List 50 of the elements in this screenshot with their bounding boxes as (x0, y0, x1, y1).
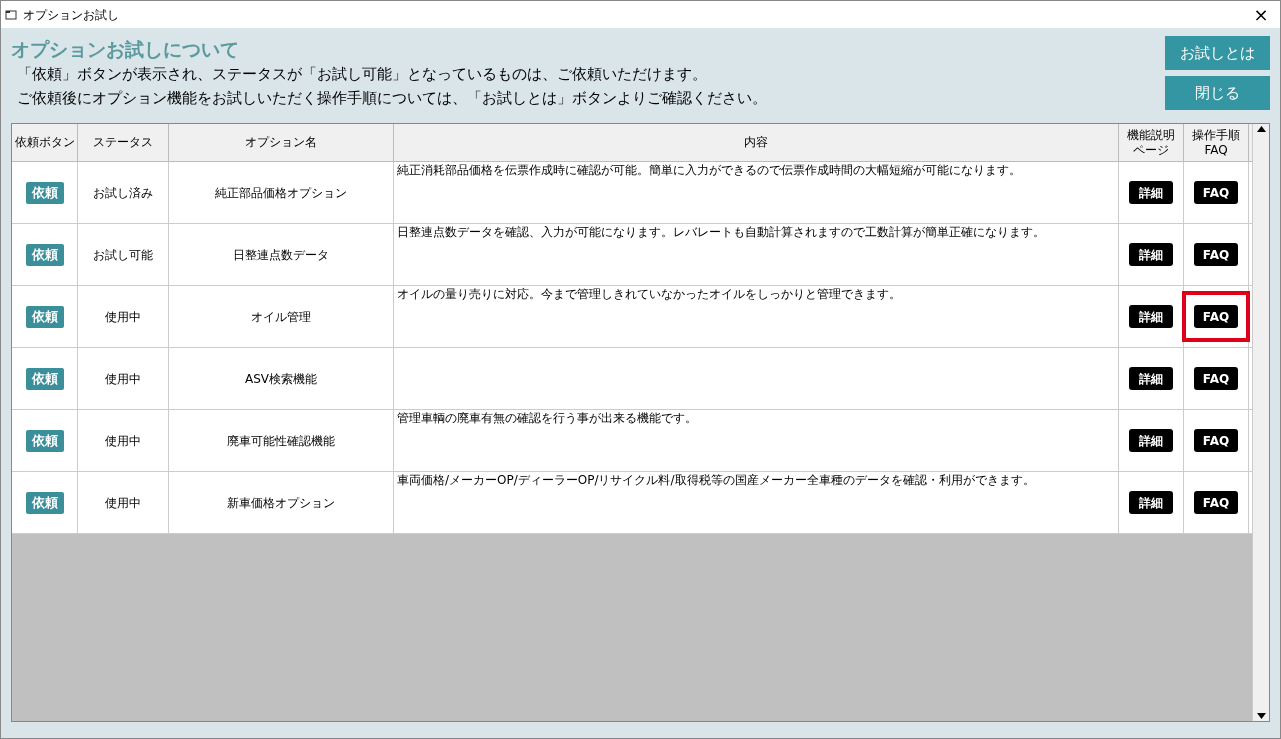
detail-button[interactable]: 詳細 (1129, 367, 1173, 390)
column-header: ステータス (93, 135, 153, 150)
detail-button[interactable]: 詳細 (1129, 181, 1173, 204)
faq-button[interactable]: FAQ (1194, 305, 1238, 328)
info-text: 「依頼」ボタンが表示され、ステータスが「お試し可能」となっているものは、ご依頼いただけます。 (16, 64, 708, 85)
column-header: オプション名 (245, 135, 317, 150)
faq-button[interactable]: FAQ (1194, 429, 1238, 452)
option-name-cell: ASV検索機能 (169, 348, 394, 409)
column-header: 操作手順 FAQ (1192, 127, 1240, 158)
request-button[interactable]: 依頼 (25, 305, 64, 328)
faq-button[interactable]: FAQ (1194, 491, 1238, 514)
close-button[interactable]: × (1246, 5, 1276, 24)
detail-button[interactable]: 詳細 (1129, 243, 1173, 266)
request-button[interactable]: 依頼 (25, 367, 64, 390)
option-name-cell: 新車価格オプション (169, 472, 394, 533)
scrollbar[interactable] (1252, 124, 1269, 721)
option-name-cell: 日整連点数データ (169, 224, 394, 285)
request-button[interactable]: 依頼 (25, 243, 64, 266)
info-text: ご依頼後にオプション機能をお試しいただく操作手順については、「お試しとは」ボタンよりご確認ください。 (16, 88, 768, 109)
status-cell: 使用中 (78, 472, 169, 533)
description-text: 純正消耗部品価格を伝票作成時に確認が可能。簡単に入力ができるので伝票作成時間の大幅短縮が可能になります。 (397, 163, 1022, 178)
status-cell: お試し済み (78, 162, 169, 223)
option-name-cell: 廃車可能性確認機能 (169, 410, 394, 471)
scroll-down-icon[interactable] (1256, 713, 1266, 719)
request-button[interactable]: 依頼 (25, 491, 64, 514)
description-text: 管理車輌の廃車有無の確認を行う事が出来る機能です。 (397, 411, 698, 426)
detail-button[interactable]: 詳細 (1129, 429, 1173, 452)
detail-button[interactable]: 詳細 (1129, 305, 1173, 328)
request-button[interactable]: 依頼 (25, 429, 64, 452)
description-text: 車両価格/メーカーOP/ディーラーOP/リサイクル料/取得税等の国産メーカー全車種のデータを確認・利用ができます。 (397, 473, 1036, 488)
header-title: オプションお試しについて (11, 37, 240, 62)
scroll-up-icon[interactable] (1256, 126, 1266, 132)
status-cell: 使用中 (78, 348, 169, 409)
request-button[interactable]: 依頼 (25, 181, 64, 204)
window-icon (5, 8, 19, 21)
window-title: オプションお試し (23, 6, 119, 24)
column-header: 機能説明ページ (1126, 127, 1176, 158)
description-text: オイルの量り売りに対応。今まで管理しきれていなかったオイルをしっかりと管理できます。 (397, 287, 902, 302)
column-header: 内容 (744, 135, 768, 150)
status-cell: 使用中 (78, 286, 169, 347)
faq-button[interactable]: FAQ (1194, 243, 1238, 266)
status-cell: お試し可能 (78, 224, 169, 285)
option-name-cell: 純正部品価格オプション (169, 162, 394, 223)
detail-button[interactable]: 詳細 (1129, 491, 1173, 514)
column-header: 依頼ボタン (14, 135, 75, 150)
description-text: 日整連点数データを確認、入力が可能になります。レバレートも自動計算されますので工数計算が簡単正確になります。 (397, 225, 1046, 240)
faq-button[interactable]: FAQ (1194, 181, 1238, 204)
faq-button[interactable]: FAQ (1194, 367, 1238, 390)
option-name-cell: オイル管理 (169, 286, 394, 347)
status-cell: 使用中 (78, 410, 169, 471)
